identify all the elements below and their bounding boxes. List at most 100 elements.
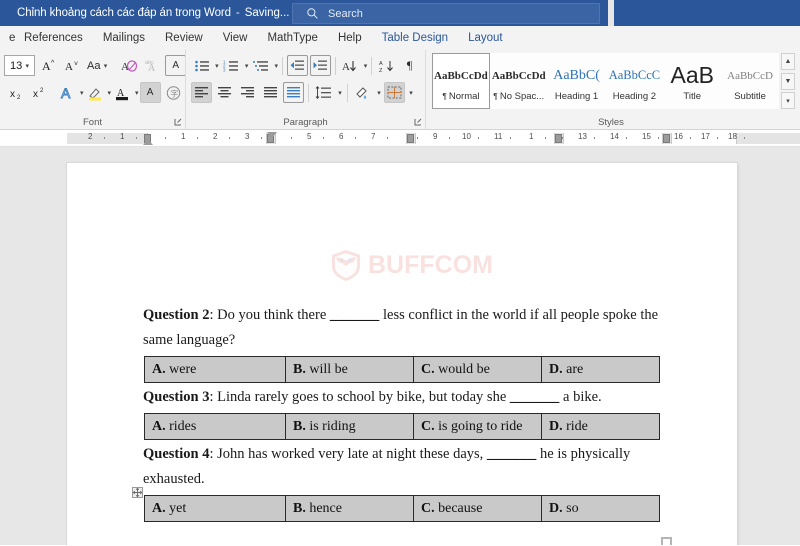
table-row[interactable]: A. were B. will be C. would be D. are	[144, 356, 660, 383]
chevron-down-icon[interactable]: ▾	[108, 89, 112, 97]
option-text: ride	[562, 418, 588, 434]
question-4-paragraph[interactable]: Question 4: John has worked very late at…	[143, 442, 667, 492]
chevron-down-icon[interactable]: ▾	[375, 89, 383, 97]
bullets-button[interactable]	[191, 55, 212, 76]
option-letter: D.	[549, 418, 563, 434]
table-move-handle[interactable]	[132, 487, 143, 498]
style-item-subtitle[interactable]: AaBbCcD Subtitle	[721, 53, 779, 109]
paragraph-dialog-launcher[interactable]	[414, 118, 423, 129]
style-item-heading-1[interactable]: AaBbC( Heading 1	[547, 53, 606, 109]
font-size-input[interactable]: 13 ▾	[4, 55, 36, 76]
chevron-down-icon[interactable]: ▾	[214, 62, 220, 70]
search-input[interactable]: Search	[292, 3, 600, 24]
option-cell-b[interactable]: B. is riding	[285, 413, 414, 440]
justify-button[interactable]	[260, 82, 281, 103]
chevron-down-icon[interactable]: ▾	[336, 89, 344, 97]
option-text: is riding	[305, 418, 356, 434]
superscript-button[interactable]: x2	[28, 82, 49, 103]
chevron-down-icon[interactable]: ▾	[80, 89, 84, 97]
multilevel-list-button[interactable]	[250, 55, 271, 76]
tab-mailings[interactable]: Mailings	[94, 29, 154, 47]
show-formatting-marks-button[interactable]: ¶	[399, 55, 420, 76]
font-row-1: 13 ▾ A ^ A ˅ Aa ▾ A A abc A	[4, 53, 187, 78]
numbering-button[interactable]: 1 2 3	[221, 55, 242, 76]
style-item-title[interactable]: AaB Title	[663, 53, 722, 109]
option-cell-d[interactable]: D. are	[541, 356, 660, 383]
table-resize-handle[interactable]	[661, 537, 672, 545]
titlebar-right-region	[608, 0, 800, 26]
decrease-indent-button[interactable]	[286, 55, 308, 76]
borders-button[interactable]	[384, 82, 405, 103]
ruler[interactable]: 2 1 1 2 3 5 6 7 9 10 11 1 13 14 15 16 17…	[0, 130, 800, 147]
tab-stop-marker[interactable]	[663, 134, 670, 143]
chevron-down-icon[interactable]: ▾	[135, 89, 139, 97]
option-cell-a[interactable]: A. yet	[144, 495, 286, 522]
align-left-button[interactable]	[191, 82, 212, 103]
chevron-down-icon[interactable]: ▾	[244, 62, 250, 70]
option-cell-b[interactable]: B. will be	[285, 356, 414, 383]
character-shading-button[interactable]: A	[139, 82, 161, 103]
tab-references[interactable]: References	[15, 29, 92, 47]
chevron-down-icon[interactable]: ▾	[23, 62, 31, 70]
tab-help[interactable]: Help	[329, 29, 371, 47]
question-2-options-table[interactable]: A. were B. will be C. would be D. are	[144, 356, 660, 383]
line-spacing-button[interactable]	[313, 82, 334, 103]
option-cell-c[interactable]: C. is going to ride	[413, 413, 542, 440]
hanging-indent-marker[interactable]	[267, 132, 277, 138]
style-item-no-spacing[interactable]: AaBbCcDd ¶ No Spac...	[489, 53, 548, 109]
document-canvas[interactable]: BUFFCOM Question 2: Do you think there _…	[0, 147, 800, 545]
align-right-button[interactable]	[237, 82, 258, 103]
question-4-options-table[interactable]: A. yet B. hence C. because D. so	[144, 495, 660, 522]
style-item-heading-2[interactable]: AaBbCcC Heading 2	[605, 53, 664, 109]
question-3-paragraph[interactable]: Question 3: Linda rarely goes to school …	[143, 385, 667, 410]
text-effects-button[interactable]: A	[119, 55, 140, 76]
clear-formatting-button[interactable]: A abc	[142, 55, 163, 76]
option-cell-d[interactable]: D. so	[541, 495, 660, 522]
styles-more-button[interactable]: ▾	[780, 92, 795, 109]
text-effects-typography-button[interactable]: A	[57, 82, 78, 103]
option-cell-a[interactable]: A. were	[144, 356, 286, 383]
question-3-options-table[interactable]: A. rides B. is riding C. is going to rid…	[144, 413, 660, 440]
document-page[interactable]: BUFFCOM Question 2: Do you think there _…	[67, 163, 737, 545]
table-row[interactable]: A. yet B. hence C. because D. so	[144, 495, 660, 522]
sort-button[interactable]: A	[340, 55, 361, 76]
option-cell-b[interactable]: B. hence	[285, 495, 414, 522]
distributed-button[interactable]	[283, 82, 304, 103]
styles-scroll-up-button[interactable]: ▲	[780, 53, 795, 70]
option-cell-d[interactable]: D. ride	[541, 413, 660, 440]
font-dialog-launcher[interactable]	[174, 118, 183, 129]
font-color-button[interactable]: A	[112, 82, 133, 103]
chevron-down-icon[interactable]: ▾	[407, 89, 415, 97]
styles-scroll-down-button[interactable]: ▼	[780, 72, 795, 90]
document-content[interactable]: Question 2: Do you think there ______ le…	[143, 303, 667, 524]
tab-stop-marker[interactable]	[407, 134, 414, 143]
first-line-indent-marker[interactable]	[143, 139, 153, 145]
grow-font-button[interactable]: A ^	[39, 55, 60, 76]
subscript-button[interactable]: x2	[5, 82, 26, 103]
text-highlight-color-button[interactable]	[85, 82, 106, 103]
increase-indent-button[interactable]	[309, 55, 331, 76]
sort-az-button[interactable]: AZ	[376, 55, 397, 76]
enclose-characters-button[interactable]: 字	[163, 82, 184, 103]
style-item-normal[interactable]: AaBbCcDd ¶ Normal	[432, 53, 490, 109]
tab-view[interactable]: View	[214, 29, 257, 47]
option-cell-a[interactable]: A. rides	[144, 413, 286, 440]
ruler-number: 14	[610, 132, 619, 141]
tab-review[interactable]: Review	[156, 29, 212, 47]
change-case-button[interactable]: Aa ▾	[85, 55, 111, 76]
tab-table-design[interactable]: Table Design	[373, 29, 457, 47]
tab-layout[interactable]: Layout	[459, 29, 512, 47]
tab-stop-marker[interactable]	[555, 134, 562, 143]
chevron-down-icon[interactable]: ▾	[363, 62, 369, 70]
option-cell-c[interactable]: C. would be	[413, 356, 542, 383]
shading-button[interactable]	[352, 82, 373, 103]
option-cell-c[interactable]: C. because	[413, 495, 542, 522]
align-center-button[interactable]	[214, 82, 235, 103]
shrink-font-button[interactable]: A ˅	[62, 55, 83, 76]
question-2-paragraph[interactable]: Question 2: Do you think there ______ le…	[143, 303, 667, 353]
character-border-button[interactable]: A	[165, 55, 187, 76]
chevron-down-icon[interactable]: ▾	[273, 62, 279, 70]
tab-mathtype[interactable]: MathType	[258, 29, 327, 47]
style-label: ¶ No Spac...	[493, 91, 544, 102]
table-row[interactable]: A. rides B. is riding C. is going to rid…	[144, 413, 660, 440]
